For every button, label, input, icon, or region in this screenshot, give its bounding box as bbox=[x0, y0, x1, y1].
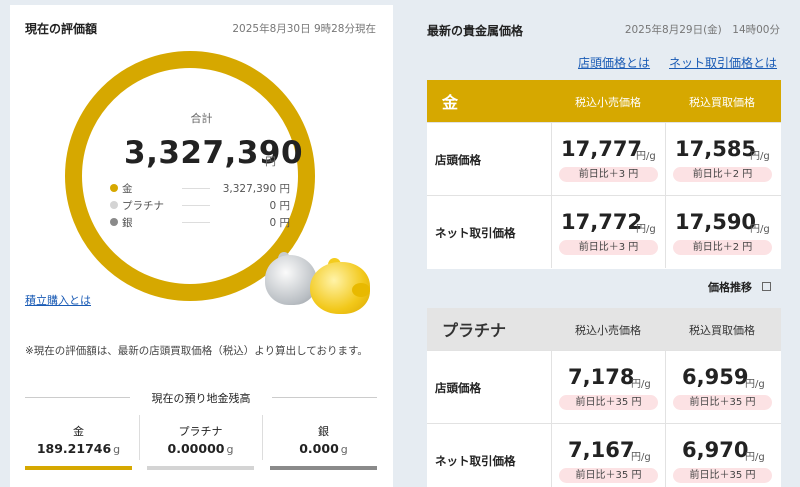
balance-label: 金 bbox=[73, 425, 84, 438]
breakdown-unit: 円 bbox=[279, 217, 291, 229]
retail-price-cell: 7,178 円/g 前日比＋35 円 bbox=[551, 351, 666, 424]
price-change-badge: 前日比＋2 円 bbox=[673, 167, 772, 182]
gold-price-table: 金 税込小売価格 税込買取価格 店頭価格 17,777 円/g 前日比＋3 円 … bbox=[427, 80, 781, 269]
breakdown-row-silver: 銀 0 円 bbox=[110, 215, 290, 229]
valuation-datetime: 2025年8月30日 9時28分現在 bbox=[232, 23, 376, 35]
balance-bar bbox=[25, 466, 132, 470]
price-value: 17,590 bbox=[675, 210, 757, 234]
price-change-badge: 前日比＋35 円 bbox=[673, 395, 772, 410]
price-trend-link[interactable]: 価格推移 bbox=[708, 279, 752, 295]
gold-dot-icon bbox=[110, 184, 118, 192]
total-unit: 円 bbox=[265, 155, 276, 168]
price-change-badge: 前日比＋35 円 bbox=[673, 468, 772, 483]
row-label: 店頭価格 bbox=[435, 153, 481, 167]
balance-title: 現在の預り地金残高 bbox=[25, 390, 377, 406]
price-unit: 円/g bbox=[636, 151, 656, 162]
metal-name: プラチナ bbox=[442, 321, 507, 340]
retail-price-cell: 17,777 円/g 前日比＋3 円 bbox=[551, 123, 666, 196]
balance-gold: 金 189.21746 g bbox=[25, 415, 132, 470]
balance-value: 189.21746 bbox=[36, 441, 112, 456]
row-label: ネット取引価格 bbox=[435, 226, 516, 240]
breakdown-unit: 円 bbox=[279, 183, 291, 195]
valuation-panel: 現在の評価額 2025年8月30日 9時28分現在 合計 3,327,390 円… bbox=[10, 5, 393, 487]
platinum-store-row: 店頭価格 7,178 円/g 前日比＋35 円 6,959 円/g 前日比＋35… bbox=[427, 350, 781, 423]
retail-price-cell: 17,772 円/g 前日比＋3 円 bbox=[551, 196, 666, 269]
price-value: 7,178 bbox=[568, 365, 635, 389]
price-change-badge: 前日比＋35 円 bbox=[559, 468, 658, 483]
prices-panel: 最新の貴金属価格 2025年8月29日(金) 14時00分 店頭価格とは ネット… bbox=[410, 5, 800, 487]
row-label: 店頭価格 bbox=[435, 381, 481, 395]
prices-title: 最新の貴金属価格 bbox=[427, 24, 524, 38]
price-value: 17,777 bbox=[561, 137, 643, 161]
online-price-info-link[interactable]: ネット取引価格とは bbox=[669, 54, 777, 71]
accumulation-purchase-link[interactable]: 積立購入とは bbox=[25, 292, 91, 308]
valuation-note: ※現在の評価額は、最新の店頭買取価格（税込）より算出しております。 bbox=[25, 345, 368, 357]
balance-label: 銀 bbox=[318, 425, 329, 438]
valuation-title: 現在の評価額 bbox=[25, 22, 98, 36]
retail-header: 税込小売価格 bbox=[575, 96, 641, 109]
buy-price-cell: 6,970 円/g 前日比＋35 円 bbox=[665, 424, 780, 487]
prices-datetime: 2025年8月29日(金) 14時00分 bbox=[624, 24, 780, 36]
balance-platinum: プラチナ 0.00000 g bbox=[147, 415, 254, 470]
price-value: 17,772 bbox=[561, 210, 643, 234]
breakdown-row-platinum: プラチナ 0 円 bbox=[110, 198, 290, 212]
balance-value: 0.000 bbox=[299, 441, 339, 456]
price-change-badge: 前日比＋35 円 bbox=[559, 395, 658, 410]
price-unit: 円/g bbox=[631, 379, 651, 390]
platinum-table-header: プラチナ 税込小売価格 税込買取価格 bbox=[427, 308, 781, 350]
store-price-info-link[interactable]: 店頭価格とは bbox=[578, 54, 650, 71]
total-value: 3,327,390 bbox=[124, 135, 304, 171]
balance-silver: 銀 0.000 g bbox=[270, 415, 377, 470]
price-unit: 円/g bbox=[745, 379, 765, 390]
platinum-online-row: ネット取引価格 7,167 円/g 前日比＋35 円 6,970 円/g 前日比… bbox=[427, 423, 781, 487]
silver-dot-icon bbox=[110, 218, 118, 226]
price-change-badge: 前日比＋3 円 bbox=[559, 167, 658, 182]
breakdown-name: 銀 bbox=[122, 217, 133, 229]
price-unit: 円/g bbox=[750, 224, 770, 235]
price-unit: 円/g bbox=[631, 452, 651, 463]
platinum-dot-icon bbox=[110, 201, 118, 209]
price-change-badge: 前日比＋2 円 bbox=[673, 240, 772, 255]
price-unit: 円/g bbox=[745, 452, 765, 463]
buy-header: 税込買取価格 bbox=[689, 96, 755, 109]
breakdown-name: プラチナ bbox=[122, 200, 164, 212]
balance-unit: g bbox=[113, 443, 121, 456]
platinum-price-table: プラチナ 税込小売価格 税込買取価格 店頭価格 7,178 円/g 前日比＋35… bbox=[427, 308, 781, 487]
price-unit: 円/g bbox=[636, 224, 656, 235]
price-value: 6,970 bbox=[682, 438, 749, 462]
buy-price-cell: 17,590 円/g 前日比＋2 円 bbox=[665, 196, 780, 269]
retail-price-cell: 7,167 円/g 前日比＋35 円 bbox=[551, 424, 666, 487]
total-label: 合計 bbox=[190, 112, 213, 125]
breakdown-value: 0 bbox=[269, 200, 277, 212]
price-change-badge: 前日比＋3 円 bbox=[559, 240, 658, 255]
balance-value: 0.00000 bbox=[167, 441, 225, 456]
price-unit: 円/g bbox=[750, 151, 770, 162]
balance-bar bbox=[147, 466, 254, 470]
buy-header: 税込買取価格 bbox=[689, 324, 755, 337]
row-label: ネット取引価格 bbox=[435, 454, 516, 468]
breakdown-name: 金 bbox=[122, 183, 133, 195]
balance-label: プラチナ bbox=[178, 425, 223, 438]
breakdown-row-gold: 金 3,327,390 円 bbox=[110, 181, 290, 195]
price-value: 7,167 bbox=[568, 438, 635, 462]
metal-name: 金 bbox=[442, 93, 459, 112]
retail-header: 税込小売価格 bbox=[575, 324, 641, 337]
price-value: 6,959 bbox=[682, 365, 749, 389]
gold-table-header: 金 税込小売価格 税込買取価格 bbox=[427, 80, 781, 122]
balance-bar bbox=[270, 466, 377, 470]
buy-price-cell: 6,959 円/g 前日比＋35 円 bbox=[665, 351, 780, 424]
price-value: 17,585 bbox=[675, 137, 757, 161]
gold-store-row: 店頭価格 17,777 円/g 前日比＋3 円 17,585 円/g 前日比＋2… bbox=[427, 122, 781, 195]
balance-unit: g bbox=[226, 443, 234, 456]
gold-online-row: ネット取引価格 17,772 円/g 前日比＋3 円 17,590 円/g 前日… bbox=[427, 195, 781, 268]
balance-unit: g bbox=[340, 443, 348, 456]
buy-price-cell: 17,585 円/g 前日比＋2 円 bbox=[665, 123, 780, 196]
external-window-icon[interactable] bbox=[762, 282, 771, 291]
breakdown-value: 0 bbox=[269, 217, 277, 229]
breakdown-unit: 円 bbox=[279, 200, 291, 212]
breakdown-value: 3,327,390 bbox=[222, 183, 277, 195]
